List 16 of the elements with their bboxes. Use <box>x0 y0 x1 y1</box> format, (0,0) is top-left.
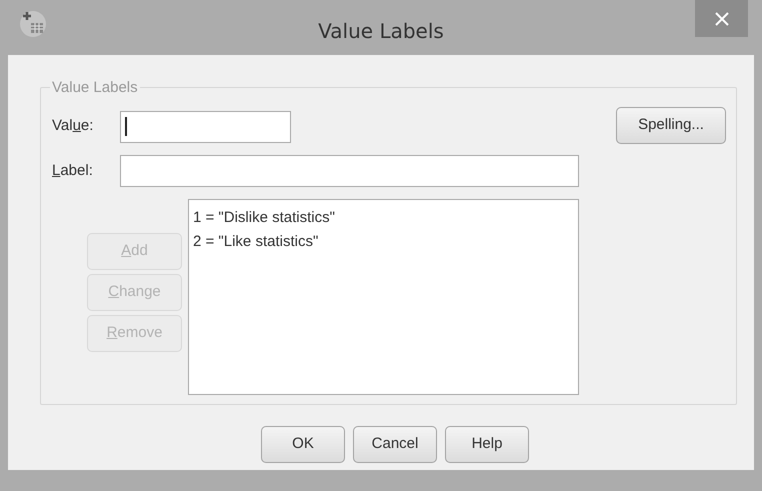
app-icon <box>18 9 48 39</box>
list-item[interactable]: 2 = "Like statistics" <box>193 230 574 254</box>
field-label: Value: <box>52 116 94 136</box>
group-title: Value Labels <box>51 80 139 95</box>
window-title: Value Labels <box>318 18 444 41</box>
value-field[interactable] <box>120 110 291 142</box>
field-label: Label: <box>52 160 94 181</box>
dialog-button[interactable]: Help <box>445 426 529 463</box>
close-icon <box>714 10 730 26</box>
spelling-button[interactable]: Spelling... <box>616 107 726 144</box>
label-field[interactable] <box>120 155 579 187</box>
value-list[interactable]: 1 = "Dislike statistics" 2 = "Like statistics" <box>188 199 579 395</box>
dialog-button[interactable]: Cancel <box>353 426 437 463</box>
dialog-button[interactable]: OK <box>261 426 345 463</box>
close-button[interactable] <box>695 0 748 37</box>
list-item[interactable]: 1 = "Dislike statistics" <box>193 206 574 230</box>
